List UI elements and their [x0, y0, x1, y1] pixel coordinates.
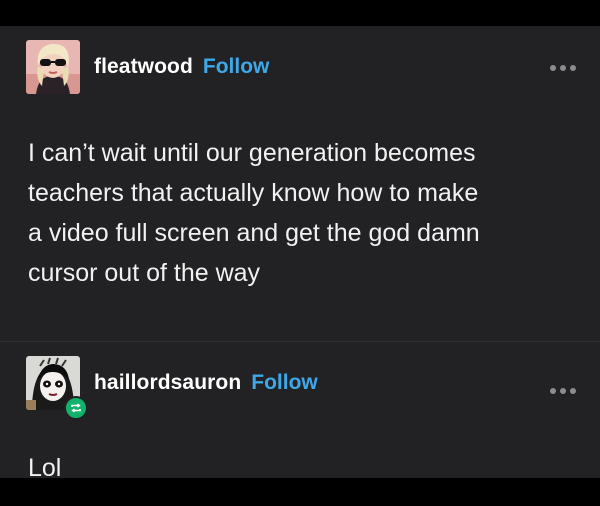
dot — [550, 65, 556, 71]
follow-button[interactable]: Follow — [203, 55, 270, 79]
post-original: fleatwood Follow I can’t wait until our … — [0, 26, 600, 341]
follow-button[interactable]: Follow — [251, 371, 318, 395]
dot — [560, 388, 566, 394]
avatar-image — [26, 40, 80, 94]
dot — [560, 65, 566, 71]
username[interactable]: fleatwood — [94, 55, 193, 79]
dot — [550, 388, 556, 394]
post-header: fleatwood Follow — [26, 40, 269, 94]
post-thread: fleatwood Follow I can’t wait until our … — [0, 26, 600, 482]
username[interactable]: haillordsauron — [94, 371, 241, 395]
reblog-icon — [64, 396, 88, 420]
more-options-icon[interactable] — [550, 64, 576, 72]
dot — [570, 65, 576, 71]
screenshot-canvas: fleatwood Follow I can’t wait until our … — [0, 0, 600, 506]
avatar-container — [26, 356, 88, 420]
post-body: I can’t wait until our generation become… — [28, 139, 480, 287]
avatar-fleatwood[interactable] — [26, 40, 80, 94]
reblog-arrows-icon — [71, 403, 81, 413]
more-options-icon[interactable] — [550, 387, 576, 395]
post-body: Lol — [28, 454, 62, 482]
post-reblog: haillordsauron Follow Lol — [0, 342, 600, 482]
dot — [570, 388, 576, 394]
post-header: haillordsauron Follow — [26, 356, 318, 420]
